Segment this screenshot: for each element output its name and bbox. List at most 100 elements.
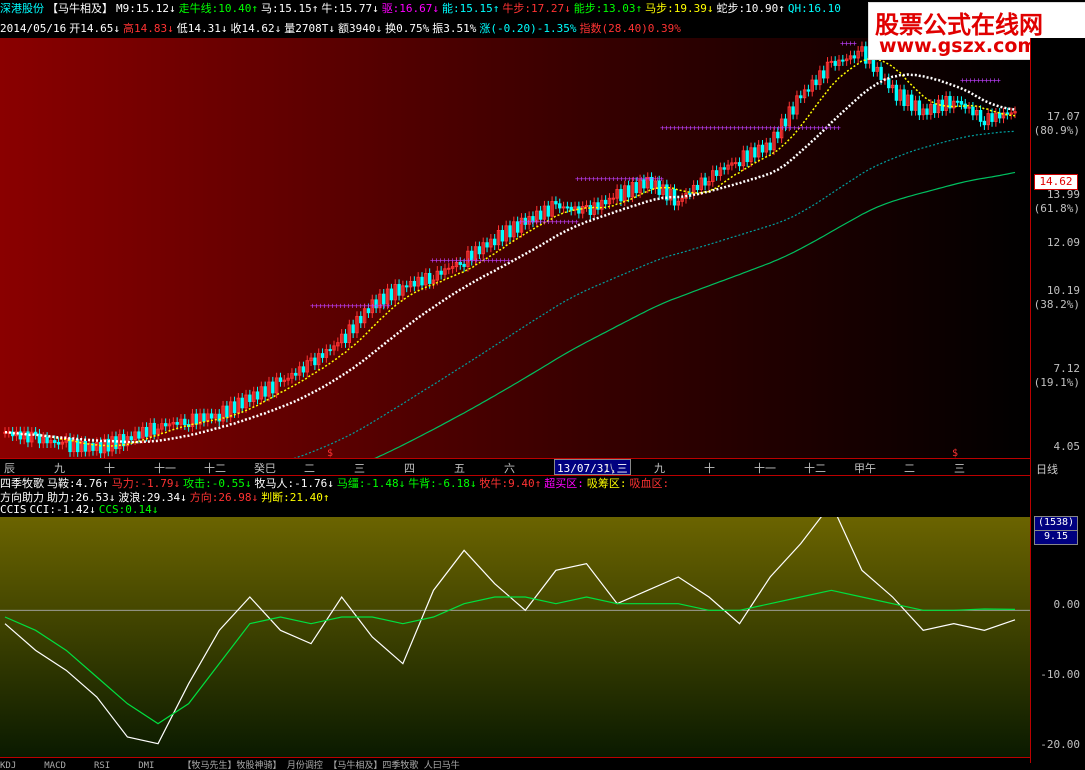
candle-body xyxy=(569,206,573,211)
ohlc-field: 指数(28.40)0.39% xyxy=(579,22,681,35)
indicator-value: CCIS xyxy=(0,503,27,516)
candle-body xyxy=(603,199,608,205)
candle-body xyxy=(183,418,187,426)
candle-body xyxy=(588,205,593,215)
candle-body xyxy=(359,315,363,324)
indicator-tab[interactable]: 【牧马先生】牧股神骑】 月份调控 【马牛相及】四季牧歌 人曰马牛 xyxy=(182,758,459,770)
quote-field: M9:15.12↓ xyxy=(116,2,176,15)
candle-body xyxy=(271,381,275,394)
ohlc-field: 额3940↓ xyxy=(337,22,383,35)
time-tick: 九 xyxy=(54,462,65,475)
time-tick: 癸巳 xyxy=(254,462,276,475)
candle-body xyxy=(294,372,298,376)
indicator-value: CCS:0.14↓ xyxy=(98,503,159,516)
candle-body xyxy=(194,413,198,425)
indicator-row-ccis: CCIS CCI:-1.42↓ CCS:0.14↓ xyxy=(0,503,1030,518)
ccis-oscillator-chart[interactable] xyxy=(0,517,1030,757)
candle-body xyxy=(734,162,738,165)
ohlc-field: 低14.31↓ xyxy=(176,22,228,35)
sub-axis-label: -20.00 xyxy=(1040,738,1080,751)
price-axis-pct: (61.8%) xyxy=(1033,202,1080,215)
candle-body xyxy=(477,246,482,255)
candle-body xyxy=(910,94,914,111)
resistance-marker: + xyxy=(386,301,391,310)
candle-body xyxy=(799,95,803,99)
candle-body xyxy=(53,440,57,443)
candle-body xyxy=(439,270,443,275)
candle-body xyxy=(343,333,348,343)
candle-body xyxy=(948,95,952,109)
candle-body xyxy=(879,66,883,80)
candle-body xyxy=(959,101,964,105)
quote-field: 【马牛相及】 xyxy=(47,2,113,15)
quote-field: 蛇步:10.90↑ xyxy=(716,2,785,15)
candle-body xyxy=(301,366,306,373)
candle-body xyxy=(982,120,987,126)
candle-body xyxy=(240,397,244,409)
resistance-marker: + xyxy=(574,218,579,227)
quote-field: QH:16.10 xyxy=(787,2,841,15)
candle-body xyxy=(722,167,726,170)
time-tick: 二 xyxy=(904,462,915,475)
indicator-value: CCI:-1.42↓ xyxy=(29,503,96,516)
chart-background xyxy=(0,38,1030,458)
candle-body xyxy=(917,100,922,116)
candle-body xyxy=(776,131,780,139)
candle-body xyxy=(753,147,757,158)
candle-body xyxy=(37,433,42,444)
candle-body xyxy=(427,273,432,284)
sub-count-tag: (1538) xyxy=(1034,516,1078,531)
candle-body xyxy=(163,423,168,427)
ohlc-field: 量2708T↓ xyxy=(284,22,335,35)
quote-field: 深港股份 xyxy=(0,2,44,15)
candle-body xyxy=(768,142,772,151)
candle-body xyxy=(56,441,61,445)
period-label[interactable]: 日线 xyxy=(1036,461,1058,477)
price-axis-pct: (19.1%) xyxy=(1033,376,1080,389)
candle-body xyxy=(33,431,38,435)
ohlc-field: 收14.62↓ xyxy=(230,22,282,35)
candle-body xyxy=(695,184,700,191)
resistance-marker: + xyxy=(852,39,857,48)
candle-body xyxy=(760,144,765,153)
time-tick: 13/07/31,三 xyxy=(554,459,631,475)
quote-field: 能步:13.03↑ xyxy=(573,2,643,15)
time-axis: 辰 九 十 十一 十二 癸巳 二 三 四 五 六 13/07/31,三八 九 十 十一 十二 甲午 二 三 xyxy=(0,458,1030,476)
candle-body xyxy=(841,59,845,62)
time-tick: 三 xyxy=(954,462,965,475)
candle-body xyxy=(611,197,615,200)
candle-body xyxy=(389,288,394,301)
candle-body xyxy=(852,55,857,59)
candle-body xyxy=(967,106,971,109)
quote-field: 牛步:17.27↓ xyxy=(502,2,571,15)
ohlc-field: 2014/05/16 xyxy=(0,22,67,35)
quote-field: 驱:16.67↓ xyxy=(381,2,440,15)
time-tick: 十二 xyxy=(204,462,226,475)
candle-body xyxy=(814,79,818,86)
main-price-chart[interactable]: + + + + + + + + + + + + + + + + + + + ++ + + + + + + + + + + + + + + + + + + +… xyxy=(0,38,1030,458)
time-tick: 十 xyxy=(104,462,115,475)
candle-body xyxy=(313,357,317,366)
candle-body xyxy=(45,436,49,444)
time-tick: 八 xyxy=(604,462,615,475)
indicator-tabs: KDJ MACD RSI DMI 【牧马先生】牧股神骑】 月份调控 【马牛相及】四季牧歌… xyxy=(0,757,1030,770)
signal-marker: $ xyxy=(327,448,333,458)
time-tick: 十一 xyxy=(154,462,176,475)
sub-value-tag: 9.15 xyxy=(1034,530,1078,545)
quote-field: 能:15.15↑ xyxy=(442,2,500,15)
candle-body xyxy=(320,353,325,358)
time-tick: 九 xyxy=(654,462,665,475)
resistance-marker: + xyxy=(836,124,841,133)
candle-body xyxy=(565,206,570,209)
candle-body xyxy=(887,78,891,89)
candle-body xyxy=(833,60,837,66)
candle-body xyxy=(932,103,937,114)
candle-body xyxy=(688,192,692,195)
price-axis-pct: (38.2%) xyxy=(1033,298,1080,311)
ohlc-field: 高14.83↓ xyxy=(122,22,174,35)
candle-body xyxy=(137,431,141,439)
time-tick: 四 xyxy=(404,462,415,475)
candle-body xyxy=(152,422,156,435)
candle-body xyxy=(225,405,229,418)
ohlc-field: 涨(-0.20)-1.35% xyxy=(479,22,577,35)
